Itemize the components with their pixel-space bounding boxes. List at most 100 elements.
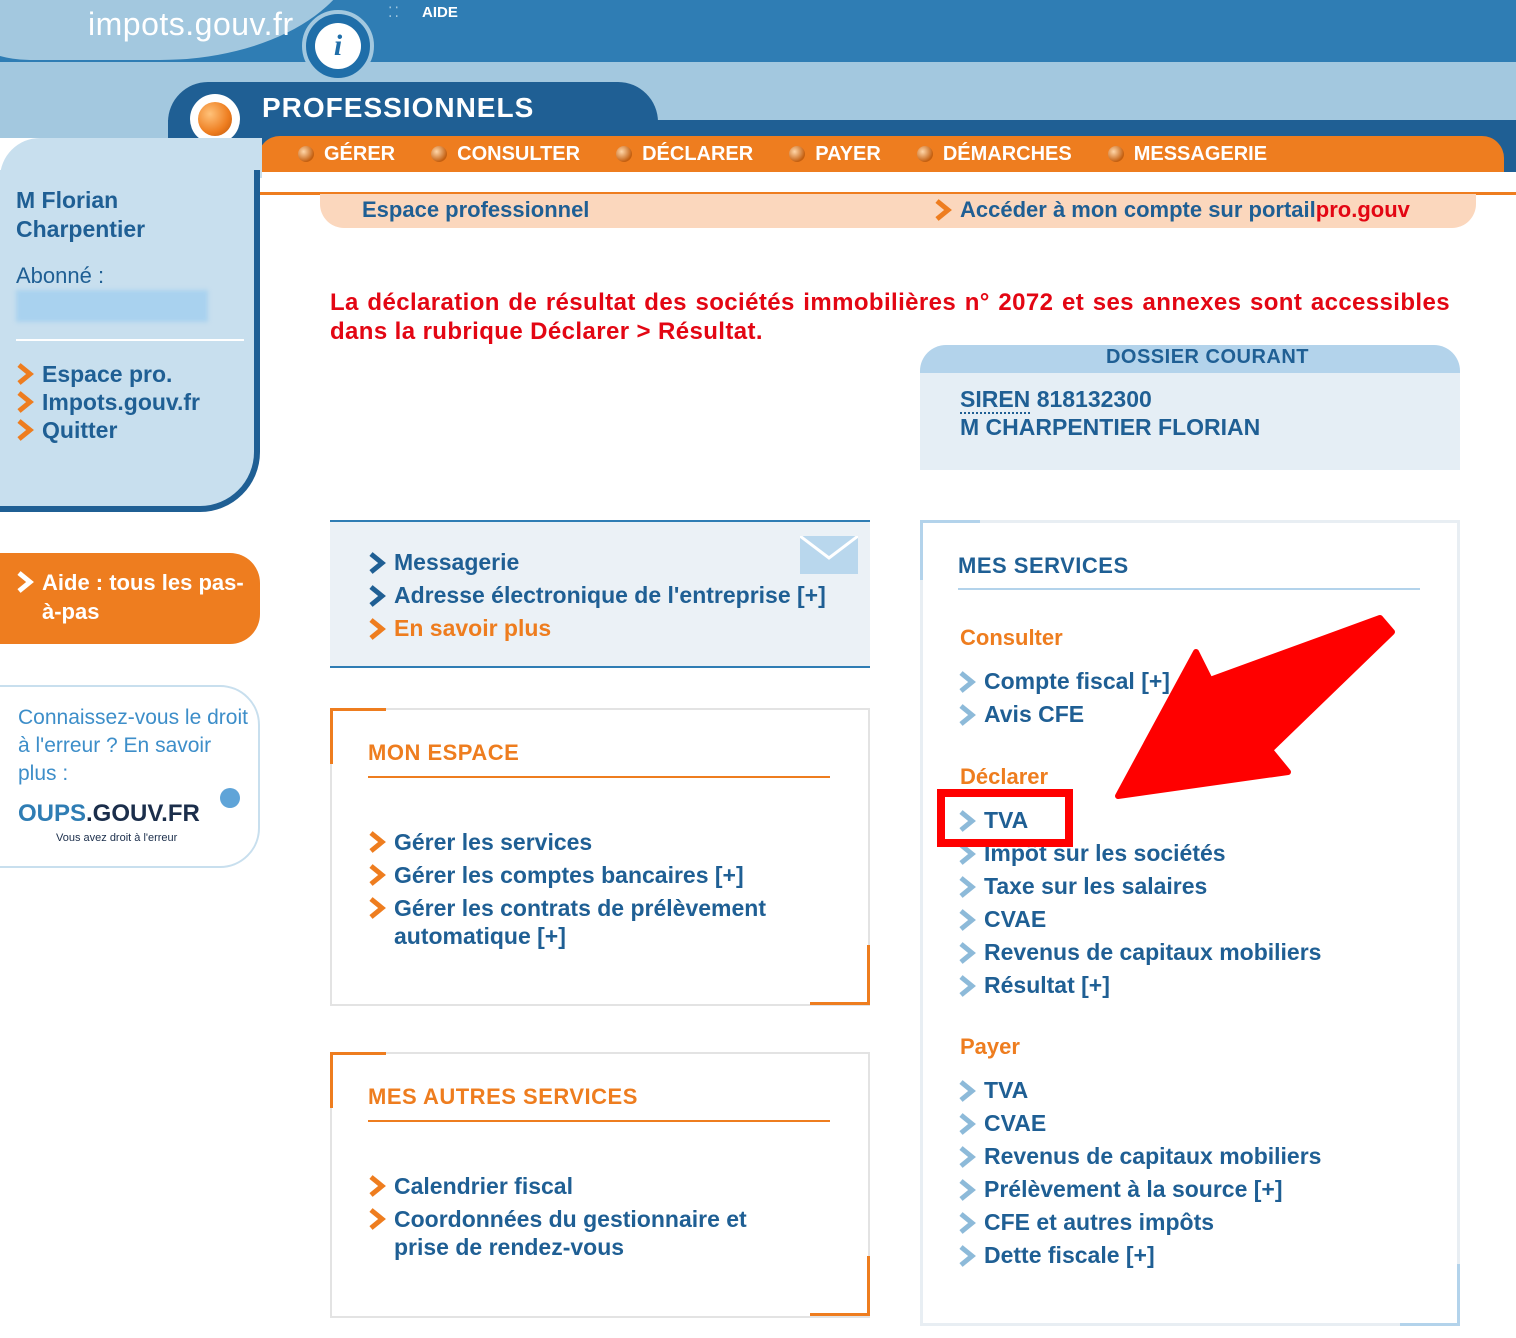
link-gerer-comptes-bancaires[interactable]: Gérer les comptes bancaires [+] bbox=[368, 861, 808, 889]
chevron-right-icon bbox=[958, 1244, 976, 1267]
chevron-right-icon bbox=[958, 941, 976, 964]
nav-bullet-icon bbox=[298, 146, 314, 162]
chevron-right-icon bbox=[958, 670, 976, 693]
chevron-right-icon bbox=[958, 875, 976, 898]
aide-link[interactable]: AIDE bbox=[422, 4, 458, 21]
oups-mascot-icon bbox=[220, 788, 240, 808]
siren-label: SIREN bbox=[960, 386, 1031, 414]
oups-logo[interactable]: OUPS.GOUV.FR bbox=[18, 800, 200, 828]
card-divider bbox=[368, 1120, 830, 1122]
mes-services-title: MES SERVICES bbox=[958, 553, 1129, 578]
sidebar-link-espace-pro[interactable]: Espace pro. bbox=[16, 360, 200, 388]
nav-item-messagerie[interactable]: MESSAGERIE bbox=[1107, 139, 1267, 169]
group-title-declarer: Déclarer bbox=[960, 764, 1049, 789]
service-link-declarer-rcm[interactable]: Revenus de capitaux mobiliers bbox=[958, 936, 1321, 969]
chevron-right-icon bbox=[16, 363, 34, 385]
chevron-right-icon bbox=[958, 1211, 976, 1234]
chevron-right-icon bbox=[958, 703, 976, 726]
autres-services-links: Calendrier fiscal Coordonnées du gestion… bbox=[368, 1172, 768, 1266]
nav-item-declarer[interactable]: DÉCLARER bbox=[616, 139, 753, 169]
link-adresse-electronique[interactable]: Adresse électronique de l'entreprise [+] bbox=[368, 579, 826, 612]
chevron-right-icon bbox=[16, 419, 34, 441]
chevron-right-icon bbox=[368, 584, 386, 607]
mon-espace-links: Gérer les services Gérer les comptes ban… bbox=[368, 828, 808, 955]
chevron-right-icon bbox=[368, 831, 386, 853]
site-logo[interactable]: impots.gouv.fr bbox=[88, 6, 294, 43]
pro-logo-icon bbox=[190, 94, 240, 144]
card-divider bbox=[368, 776, 830, 778]
sidebar-link-quitter[interactable]: Quitter bbox=[16, 416, 200, 444]
chevron-right-icon bbox=[368, 551, 386, 574]
service-link-payer-rcm[interactable]: Revenus de capitaux mobiliers bbox=[958, 1140, 1321, 1173]
link-calendrier-fiscal[interactable]: Calendrier fiscal bbox=[368, 1172, 768, 1200]
nav-bullet-icon bbox=[616, 146, 633, 162]
sidebar-divider bbox=[16, 339, 244, 341]
card-corner bbox=[810, 945, 870, 1005]
aide-dots-icon: ⁚⁚ bbox=[388, 4, 401, 20]
chevron-right-icon bbox=[368, 1175, 386, 1197]
dossier-holder: M CHARPENTIER FLORIAN bbox=[960, 414, 1261, 440]
chevron-right-icon bbox=[958, 1178, 976, 1201]
abonne-label: Abonné : bbox=[16, 263, 105, 288]
highlight-box-annotation bbox=[937, 789, 1073, 847]
chevron-right-icon bbox=[16, 391, 34, 413]
chevron-right-icon bbox=[368, 897, 386, 919]
link-en-savoir-plus[interactable]: En savoir plus bbox=[368, 612, 826, 645]
nav-bullet-icon bbox=[431, 146, 448, 162]
chevron-right-icon bbox=[958, 1079, 976, 1102]
chevron-right-icon bbox=[958, 974, 976, 997]
messagerie-links: Messagerie Adresse électronique de l'ent… bbox=[368, 546, 826, 645]
chevron-right-icon bbox=[16, 571, 34, 593]
nav-item-payer[interactable]: PAYER bbox=[789, 139, 881, 169]
nav-bullet-icon bbox=[1107, 146, 1124, 162]
sidebar-links: Espace pro. Impots.gouv.fr Quitter bbox=[16, 360, 200, 444]
dossier-details: SIREN 818132300 M CHARPENTIER FLORIAN bbox=[960, 385, 1260, 441]
espace-pro-label: Espace professionnel bbox=[362, 197, 590, 222]
chevron-right-icon bbox=[934, 199, 952, 221]
chevron-right-icon bbox=[368, 864, 386, 886]
service-link-declarer-cvae[interactable]: CVAE bbox=[958, 903, 1321, 936]
nav-bullet-icon bbox=[916, 146, 933, 162]
chevron-right-icon bbox=[958, 1112, 976, 1135]
aide-pas-a-pas-label[interactable]: Aide : tous les pas-à-pas bbox=[16, 568, 246, 626]
chevron-right-icon bbox=[368, 617, 386, 640]
nav-bullet-icon bbox=[789, 146, 806, 162]
nav-item-gerer[interactable]: GÉRER bbox=[298, 139, 395, 169]
card-corner bbox=[1400, 1264, 1460, 1326]
portail-pro-link[interactable]: Accéder à mon compte sur portail pro.gouv bbox=[934, 197, 1410, 223]
service-link-cfe-autres-impots[interactable]: CFE et autres impôts bbox=[958, 1206, 1321, 1239]
arrow-annotation-icon bbox=[1100, 600, 1400, 805]
group-payer: TVA CVAE Revenus de capitaux mobiliers P… bbox=[958, 1074, 1321, 1272]
sidebar-link-impots[interactable]: Impots.gouv.fr bbox=[16, 388, 200, 416]
user-name: M Florian Charpentier bbox=[16, 187, 146, 242]
link-gerer-contrats-prelevement[interactable]: Gérer les contrats de prélèvement automa… bbox=[368, 894, 808, 950]
nav-item-consulter[interactable]: CONSULTER bbox=[431, 139, 580, 169]
service-link-prelevement-source[interactable]: Prélèvement à la source [+] bbox=[958, 1173, 1321, 1206]
link-coordonnees-gestionnaire[interactable]: Coordonnées du gestionnaire et prise de … bbox=[368, 1205, 768, 1261]
oups-promo-text: Connaissez-vous le droit à l'erreur ? En… bbox=[18, 706, 248, 785]
service-link-payer-tva[interactable]: TVA bbox=[958, 1074, 1321, 1107]
link-gerer-services[interactable]: Gérer les services bbox=[368, 828, 808, 856]
info-icon: i bbox=[302, 10, 374, 82]
card-divider bbox=[958, 588, 1420, 590]
info-glyph: i bbox=[315, 23, 361, 69]
group-title-consulter: Consulter bbox=[960, 625, 1063, 650]
mon-espace-title: MON ESPACE bbox=[368, 740, 520, 765]
service-link-taxe-salaires[interactable]: Taxe sur les salaires bbox=[958, 870, 1321, 903]
abonne-value-redacted bbox=[16, 290, 208, 322]
link-messagerie[interactable]: Messagerie bbox=[368, 546, 826, 579]
nav-item-demarches[interactable]: DÉMARCHES bbox=[916, 139, 1072, 169]
service-link-dette-fiscale[interactable]: Dette fiscale [+] bbox=[958, 1239, 1321, 1272]
main-nav: GÉRER CONSULTER DÉCLARER PAYER DÉMARCHES… bbox=[298, 139, 1303, 169]
dossier-courant-title: DOSSIER COURANT bbox=[1105, 346, 1310, 368]
chevron-right-icon bbox=[958, 908, 976, 931]
alert-message: La déclaration de résultat des sociétés … bbox=[330, 289, 1450, 345]
autres-services-title: MES AUTRES SERVICES bbox=[368, 1084, 638, 1109]
oups-tagline: Vous avez droit à l'erreur bbox=[56, 832, 178, 844]
siren-value: 818132300 bbox=[1036, 386, 1152, 412]
chevron-right-icon bbox=[368, 1208, 386, 1230]
group-title-payer: Payer bbox=[960, 1034, 1020, 1059]
service-link-payer-cvae[interactable]: CVAE bbox=[958, 1107, 1321, 1140]
service-link-resultat[interactable]: Résultat [+] bbox=[958, 969, 1321, 1002]
card-corner bbox=[810, 1256, 870, 1316]
